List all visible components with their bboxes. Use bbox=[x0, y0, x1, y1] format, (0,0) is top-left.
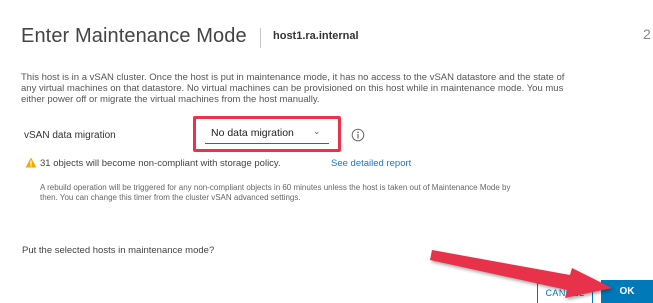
description-line: any virtual machines on that datastore. … bbox=[21, 83, 564, 94]
warning-text: 31 objects will become non-compliant wit… bbox=[40, 158, 281, 169]
rebuild-note-line: then. You can change this timer from the… bbox=[40, 193, 301, 202]
description-line: either power off or migrate the virtual … bbox=[21, 94, 320, 105]
vsan-data-migration-label: vSAN data migration bbox=[24, 130, 116, 141]
warning-icon bbox=[25, 157, 37, 168]
select-value[interactable]: No data migration bbox=[211, 127, 294, 139]
rebuild-note: A rebuild operation will be triggered fo… bbox=[40, 183, 640, 203]
description-line: This host is in a vSAN cluster. Once the… bbox=[21, 72, 565, 83]
info-icon[interactable] bbox=[351, 128, 365, 142]
cancel-button[interactable]: CANCEL bbox=[537, 283, 593, 303]
chevron-down-icon[interactable]: ⌄ bbox=[313, 126, 321, 137]
ok-button[interactable]: OK bbox=[601, 280, 653, 303]
title-divider bbox=[260, 28, 261, 48]
description: This host is in a vSAN cluster. Once the… bbox=[21, 72, 653, 105]
host-name: host1.ra.internal bbox=[273, 30, 359, 42]
close-icon[interactable]: 2 bbox=[643, 26, 651, 42]
rebuild-note-line: A rebuild operation will be triggered fo… bbox=[40, 183, 511, 192]
see-detailed-report-link[interactable]: See detailed report bbox=[331, 158, 411, 169]
dialog-title: Enter Maintenance Mode bbox=[21, 25, 247, 47]
confirmation-question: Put the selected hosts in maintenance mo… bbox=[22, 245, 215, 256]
